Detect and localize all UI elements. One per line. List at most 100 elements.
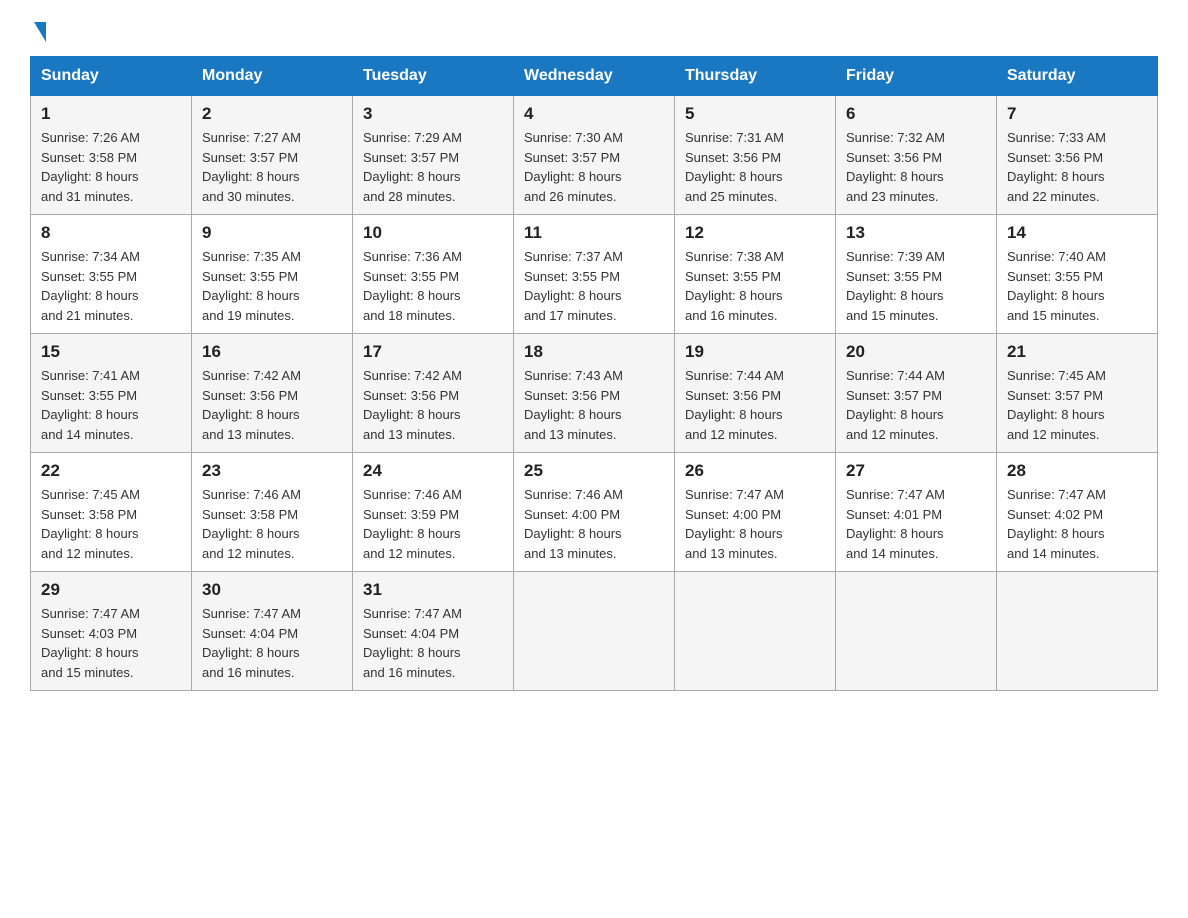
day-number: 16 <box>202 342 342 362</box>
calendar-cell: 17 Sunrise: 7:42 AMSunset: 3:56 PMDayligh… <box>353 334 514 453</box>
day-info: Sunrise: 7:34 AMSunset: 3:55 PMDaylight:… <box>41 247 181 325</box>
calendar-cell <box>836 572 997 691</box>
day-number: 6 <box>846 104 986 124</box>
day-number: 3 <box>363 104 503 124</box>
day-info: Sunrise: 7:41 AMSunset: 3:55 PMDaylight:… <box>41 366 181 444</box>
logo-blue-text <box>30 20 46 40</box>
day-number: 27 <box>846 461 986 481</box>
day-info: Sunrise: 7:47 AMSunset: 4:04 PMDaylight:… <box>363 604 503 682</box>
day-number: 9 <box>202 223 342 243</box>
day-info: Sunrise: 7:47 AMSunset: 4:00 PMDaylight:… <box>685 485 825 563</box>
calendar-cell: 14 Sunrise: 7:40 AMSunset: 3:55 PMDayligh… <box>997 215 1158 334</box>
day-info: Sunrise: 7:31 AMSunset: 3:56 PMDaylight:… <box>685 128 825 206</box>
calendar-cell: 12 Sunrise: 7:38 AMSunset: 3:55 PMDayligh… <box>675 215 836 334</box>
header-tuesday: Tuesday <box>353 57 514 96</box>
calendar-cell <box>997 572 1158 691</box>
calendar-cell: 13 Sunrise: 7:39 AMSunset: 3:55 PMDayligh… <box>836 215 997 334</box>
day-info: Sunrise: 7:42 AMSunset: 3:56 PMDaylight:… <box>363 366 503 444</box>
calendar-cell: 22Sunrise: 7:45 AMSunset: 3:58 PMDayligh… <box>31 453 192 572</box>
day-number: 17 <box>363 342 503 362</box>
day-number: 5 <box>685 104 825 124</box>
calendar-cell: 20 Sunrise: 7:44 AMSunset: 3:57 PMDayligh… <box>836 334 997 453</box>
calendar-cell: 1 Sunrise: 7:26 AMSunset: 3:58 PMDaylight… <box>31 96 192 215</box>
day-number: 30 <box>202 580 342 600</box>
day-number: 18 <box>524 342 664 362</box>
calendar-cell <box>514 572 675 691</box>
week-row-4: 22Sunrise: 7:45 AMSunset: 3:58 PMDayligh… <box>31 453 1158 572</box>
header-friday: Friday <box>836 57 997 96</box>
day-number: 21 <box>1007 342 1147 362</box>
day-info: Sunrise: 7:39 AMSunset: 3:55 PMDaylight:… <box>846 247 986 325</box>
day-info: Sunrise: 7:38 AMSunset: 3:55 PMDaylight:… <box>685 247 825 325</box>
day-number: 14 <box>1007 223 1147 243</box>
day-info: Sunrise: 7:46 AMSunset: 3:59 PMDaylight:… <box>363 485 503 563</box>
day-number: 24 <box>363 461 503 481</box>
calendar-cell <box>675 572 836 691</box>
day-info: Sunrise: 7:37 AMSunset: 3:55 PMDaylight:… <box>524 247 664 325</box>
day-info: Sunrise: 7:47 AMSunset: 4:03 PMDaylight:… <box>41 604 181 682</box>
day-info: Sunrise: 7:29 AMSunset: 3:57 PMDaylight:… <box>363 128 503 206</box>
week-row-3: 15 Sunrise: 7:41 AMSunset: 3:55 PMDayligh… <box>31 334 1158 453</box>
calendar-cell: 23 Sunrise: 7:46 AMSunset: 3:58 PMDayligh… <box>192 453 353 572</box>
calendar-cell: 27Sunrise: 7:47 AMSunset: 4:01 PMDayligh… <box>836 453 997 572</box>
header-monday: Monday <box>192 57 353 96</box>
day-number: 15 <box>41 342 181 362</box>
day-info: Sunrise: 7:40 AMSunset: 3:55 PMDaylight:… <box>1007 247 1147 325</box>
day-number: 10 <box>363 223 503 243</box>
header-wednesday: Wednesday <box>514 57 675 96</box>
calendar-cell: 8 Sunrise: 7:34 AMSunset: 3:55 PMDaylight… <box>31 215 192 334</box>
week-row-5: 29Sunrise: 7:47 AMSunset: 4:03 PMDayligh… <box>31 572 1158 691</box>
calendar-cell: 9 Sunrise: 7:35 AMSunset: 3:55 PMDaylight… <box>192 215 353 334</box>
calendar-cell: 7Sunrise: 7:33 AMSunset: 3:56 PMDaylight… <box>997 96 1158 215</box>
page-header <box>30 20 1158 40</box>
calendar-table: SundayMondayTuesdayWednesdayThursdayFrid… <box>30 56 1158 691</box>
day-number: 25 <box>524 461 664 481</box>
header-thursday: Thursday <box>675 57 836 96</box>
day-info: Sunrise: 7:43 AMSunset: 3:56 PMDaylight:… <box>524 366 664 444</box>
day-info: Sunrise: 7:46 AMSunset: 3:58 PMDaylight:… <box>202 485 342 563</box>
calendar-cell: 21 Sunrise: 7:45 AMSunset: 3:57 PMDayligh… <box>997 334 1158 453</box>
day-info: Sunrise: 7:45 AMSunset: 3:57 PMDaylight:… <box>1007 366 1147 444</box>
day-number: 7 <box>1007 104 1147 124</box>
day-number: 23 <box>202 461 342 481</box>
day-info: Sunrise: 7:47 AMSunset: 4:02 PMDaylight:… <box>1007 485 1147 563</box>
calendar-cell: 15 Sunrise: 7:41 AMSunset: 3:55 PMDayligh… <box>31 334 192 453</box>
day-info: Sunrise: 7:27 AMSunset: 3:57 PMDaylight:… <box>202 128 342 206</box>
day-number: 2 <box>202 104 342 124</box>
calendar-cell: 5 Sunrise: 7:31 AMSunset: 3:56 PMDaylight… <box>675 96 836 215</box>
day-info: Sunrise: 7:47 AMSunset: 4:04 PMDaylight:… <box>202 604 342 682</box>
calendar-cell: 25Sunrise: 7:46 AMSunset: 4:00 PMDayligh… <box>514 453 675 572</box>
week-row-1: 1 Sunrise: 7:26 AMSunset: 3:58 PMDaylight… <box>31 96 1158 215</box>
day-info: Sunrise: 7:44 AMSunset: 3:57 PMDaylight:… <box>846 366 986 444</box>
calendar-cell: 18 Sunrise: 7:43 AMSunset: 3:56 PMDayligh… <box>514 334 675 453</box>
day-number: 13 <box>846 223 986 243</box>
day-info: Sunrise: 7:26 AMSunset: 3:58 PMDaylight:… <box>41 128 181 206</box>
calendar-cell: 24 Sunrise: 7:46 AMSunset: 3:59 PMDayligh… <box>353 453 514 572</box>
day-info: Sunrise: 7:44 AMSunset: 3:56 PMDaylight:… <box>685 366 825 444</box>
calendar-cell: 11 Sunrise: 7:37 AMSunset: 3:55 PMDayligh… <box>514 215 675 334</box>
day-info: Sunrise: 7:35 AMSunset: 3:55 PMDaylight:… <box>202 247 342 325</box>
day-number: 12 <box>685 223 825 243</box>
week-row-2: 8 Sunrise: 7:34 AMSunset: 3:55 PMDaylight… <box>31 215 1158 334</box>
calendar-cell: 3 Sunrise: 7:29 AMSunset: 3:57 PMDaylight… <box>353 96 514 215</box>
calendar-cell: 6 Sunrise: 7:32 AMSunset: 3:56 PMDaylight… <box>836 96 997 215</box>
day-number: 31 <box>363 580 503 600</box>
calendar-cell: 30 Sunrise: 7:47 AMSunset: 4:04 PMDayligh… <box>192 572 353 691</box>
calendar-cell: 10 Sunrise: 7:36 AMSunset: 3:55 PMDayligh… <box>353 215 514 334</box>
logo <box>30 20 46 40</box>
day-number: 11 <box>524 223 664 243</box>
day-info: Sunrise: 7:42 AMSunset: 3:56 PMDaylight:… <box>202 366 342 444</box>
days-header-row: SundayMondayTuesdayWednesdayThursdayFrid… <box>31 57 1158 96</box>
calendar-cell: 29Sunrise: 7:47 AMSunset: 4:03 PMDayligh… <box>31 572 192 691</box>
day-number: 4 <box>524 104 664 124</box>
day-info: Sunrise: 7:36 AMSunset: 3:55 PMDaylight:… <box>363 247 503 325</box>
day-number: 26 <box>685 461 825 481</box>
calendar-cell: 26 Sunrise: 7:47 AMSunset: 4:00 PMDayligh… <box>675 453 836 572</box>
calendar-cell: 4Sunrise: 7:30 AMSunset: 3:57 PMDaylight… <box>514 96 675 215</box>
day-info: Sunrise: 7:32 AMSunset: 3:56 PMDaylight:… <box>846 128 986 206</box>
calendar-cell: 31 Sunrise: 7:47 AMSunset: 4:04 PMDayligh… <box>353 572 514 691</box>
day-number: 1 <box>41 104 181 124</box>
day-number: 8 <box>41 223 181 243</box>
calendar-cell: 19Sunrise: 7:44 AMSunset: 3:56 PMDayligh… <box>675 334 836 453</box>
day-number: 20 <box>846 342 986 362</box>
